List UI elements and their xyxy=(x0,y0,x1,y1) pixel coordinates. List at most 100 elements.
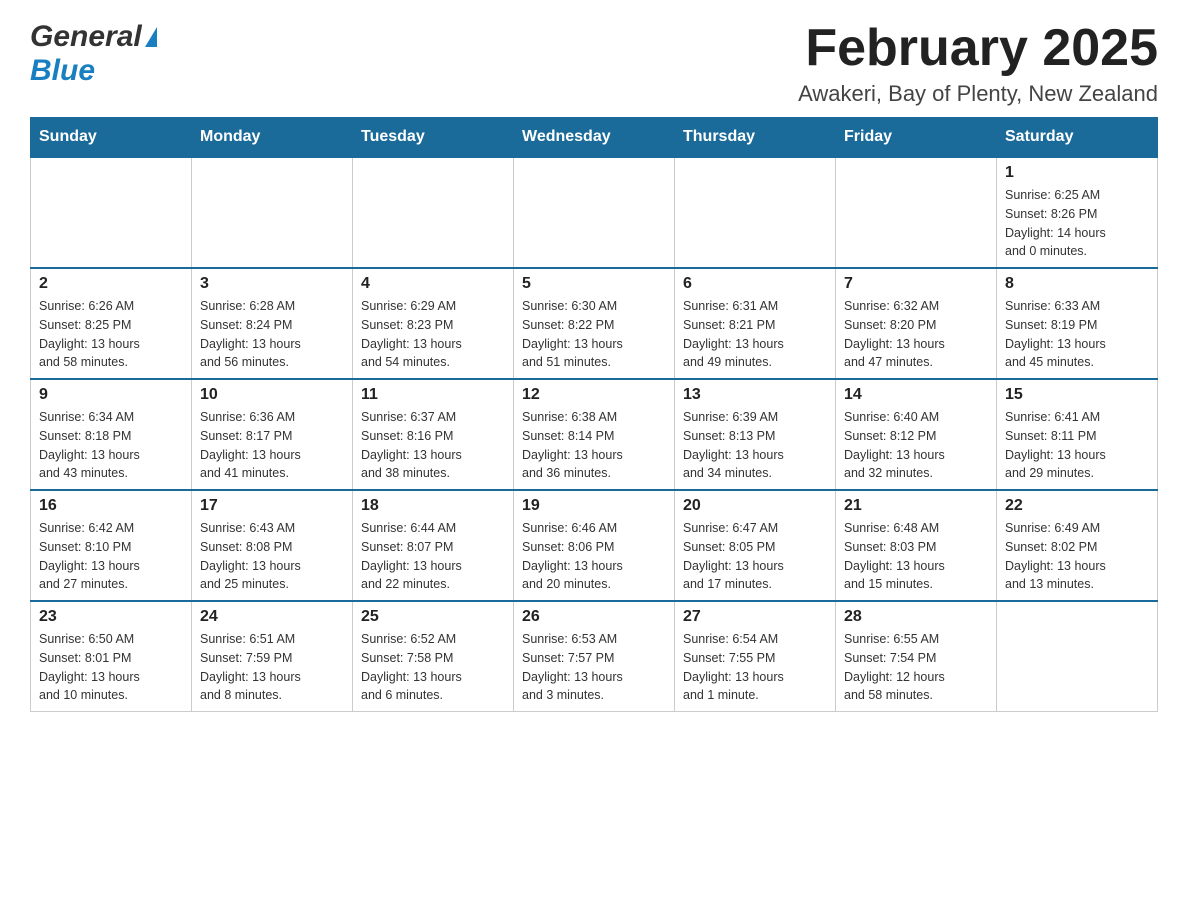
calendar-header-row: SundayMondayTuesdayWednesdayThursdayFrid… xyxy=(31,118,1158,158)
calendar-cell: 28 Sunrise: 6:55 AMSunset: 7:54 PMDayligh… xyxy=(836,601,997,712)
day-number: 20 xyxy=(683,497,827,515)
day-number: 8 xyxy=(1005,275,1149,293)
day-info: Sunrise: 6:40 AMSunset: 8:12 PMDaylight:… xyxy=(844,408,988,483)
day-info: Sunrise: 6:32 AMSunset: 8:20 PMDaylight:… xyxy=(844,297,988,372)
day-number: 24 xyxy=(200,608,344,626)
day-info: Sunrise: 6:29 AMSunset: 8:23 PMDaylight:… xyxy=(361,297,505,372)
day-number: 28 xyxy=(844,608,988,626)
day-number: 17 xyxy=(200,497,344,515)
day-info: Sunrise: 6:54 AMSunset: 7:55 PMDaylight:… xyxy=(683,630,827,705)
calendar-day-header: Friday xyxy=(836,118,997,158)
day-info: Sunrise: 6:48 AMSunset: 8:03 PMDaylight:… xyxy=(844,519,988,594)
day-info: Sunrise: 6:34 AMSunset: 8:18 PMDaylight:… xyxy=(39,408,183,483)
calendar-day-header: Monday xyxy=(192,118,353,158)
logo-general-text: General xyxy=(30,20,142,54)
day-info: Sunrise: 6:39 AMSunset: 8:13 PMDaylight:… xyxy=(683,408,827,483)
day-info: Sunrise: 6:37 AMSunset: 8:16 PMDaylight:… xyxy=(361,408,505,483)
day-info: Sunrise: 6:30 AMSunset: 8:22 PMDaylight:… xyxy=(522,297,666,372)
day-number: 21 xyxy=(844,497,988,515)
day-info: Sunrise: 6:25 AMSunset: 8:26 PMDaylight:… xyxy=(1005,186,1149,261)
day-info: Sunrise: 6:43 AMSunset: 8:08 PMDaylight:… xyxy=(200,519,344,594)
day-number: 7 xyxy=(844,275,988,293)
day-info: Sunrise: 6:55 AMSunset: 7:54 PMDaylight:… xyxy=(844,630,988,705)
calendar-cell: 12 Sunrise: 6:38 AMSunset: 8:14 PMDayligh… xyxy=(514,379,675,490)
day-number: 1 xyxy=(1005,164,1149,182)
calendar-cell xyxy=(675,157,836,268)
calendar-cell: 10 Sunrise: 6:36 AMSunset: 8:17 PMDayligh… xyxy=(192,379,353,490)
calendar-cell: 23 Sunrise: 6:50 AMSunset: 8:01 PMDayligh… xyxy=(31,601,192,712)
day-info: Sunrise: 6:44 AMSunset: 8:07 PMDaylight:… xyxy=(361,519,505,594)
day-info: Sunrise: 6:26 AMSunset: 8:25 PMDaylight:… xyxy=(39,297,183,372)
calendar-day-header: Thursday xyxy=(675,118,836,158)
calendar-cell: 16 Sunrise: 6:42 AMSunset: 8:10 PMDayligh… xyxy=(31,490,192,601)
logo-blue-text: Blue xyxy=(30,54,95,87)
day-info: Sunrise: 6:47 AMSunset: 8:05 PMDaylight:… xyxy=(683,519,827,594)
calendar-cell xyxy=(514,157,675,268)
calendar-week-row: 9 Sunrise: 6:34 AMSunset: 8:18 PMDaylight… xyxy=(31,379,1158,490)
calendar-day-header: Tuesday xyxy=(353,118,514,158)
day-info: Sunrise: 6:49 AMSunset: 8:02 PMDaylight:… xyxy=(1005,519,1149,594)
calendar-cell: 7 Sunrise: 6:32 AMSunset: 8:20 PMDaylight… xyxy=(836,268,997,379)
logo-arrow-icon xyxy=(145,27,157,47)
day-number: 27 xyxy=(683,608,827,626)
day-info: Sunrise: 6:50 AMSunset: 8:01 PMDaylight:… xyxy=(39,630,183,705)
day-number: 25 xyxy=(361,608,505,626)
calendar-cell: 17 Sunrise: 6:43 AMSunset: 8:08 PMDayligh… xyxy=(192,490,353,601)
title-section: February 2025 Awakeri, Bay of Plenty, Ne… xyxy=(798,20,1158,107)
calendar-cell xyxy=(353,157,514,268)
calendar-cell xyxy=(997,601,1158,712)
day-info: Sunrise: 6:51 AMSunset: 7:59 PMDaylight:… xyxy=(200,630,344,705)
calendar-day-header: Wednesday xyxy=(514,118,675,158)
day-info: Sunrise: 6:53 AMSunset: 7:57 PMDaylight:… xyxy=(522,630,666,705)
calendar-cell: 24 Sunrise: 6:51 AMSunset: 7:59 PMDayligh… xyxy=(192,601,353,712)
day-info: Sunrise: 6:33 AMSunset: 8:19 PMDaylight:… xyxy=(1005,297,1149,372)
day-info: Sunrise: 6:31 AMSunset: 8:21 PMDaylight:… xyxy=(683,297,827,372)
calendar-cell xyxy=(31,157,192,268)
day-info: Sunrise: 6:41 AMSunset: 8:11 PMDaylight:… xyxy=(1005,408,1149,483)
calendar-cell: 27 Sunrise: 6:54 AMSunset: 7:55 PMDayligh… xyxy=(675,601,836,712)
day-number: 16 xyxy=(39,497,183,515)
day-number: 10 xyxy=(200,386,344,404)
day-number: 3 xyxy=(200,275,344,293)
calendar-week-row: 16 Sunrise: 6:42 AMSunset: 8:10 PMDayligh… xyxy=(31,490,1158,601)
day-info: Sunrise: 6:46 AMSunset: 8:06 PMDaylight:… xyxy=(522,519,666,594)
calendar-cell: 11 Sunrise: 6:37 AMSunset: 8:16 PMDayligh… xyxy=(353,379,514,490)
day-info: Sunrise: 6:28 AMSunset: 8:24 PMDaylight:… xyxy=(200,297,344,372)
page-header: General Blue February 2025 Awakeri, Bay … xyxy=(30,20,1158,107)
calendar-cell: 22 Sunrise: 6:49 AMSunset: 8:02 PMDayligh… xyxy=(997,490,1158,601)
day-number: 13 xyxy=(683,386,827,404)
day-number: 14 xyxy=(844,386,988,404)
day-number: 19 xyxy=(522,497,666,515)
calendar-cell: 4Sunrise: 6:29 AMSunset: 8:23 PMDaylight… xyxy=(353,268,514,379)
calendar-cell xyxy=(192,157,353,268)
calendar-cell: 6 Sunrise: 6:31 AMSunset: 8:21 PMDaylight… xyxy=(675,268,836,379)
day-info: Sunrise: 6:38 AMSunset: 8:14 PMDaylight:… xyxy=(522,408,666,483)
calendar-cell: 13 Sunrise: 6:39 AMSunset: 8:13 PMDayligh… xyxy=(675,379,836,490)
calendar-day-header: Saturday xyxy=(997,118,1158,158)
day-number: 22 xyxy=(1005,497,1149,515)
day-number: 11 xyxy=(361,386,505,404)
calendar-cell: 21 Sunrise: 6:48 AMSunset: 8:03 PMDayligh… xyxy=(836,490,997,601)
day-number: 12 xyxy=(522,386,666,404)
calendar-week-row: 1 Sunrise: 6:25 AMSunset: 8:26 PMDaylight… xyxy=(31,157,1158,268)
day-number: 15 xyxy=(1005,386,1149,404)
day-info: Sunrise: 6:42 AMSunset: 8:10 PMDaylight:… xyxy=(39,519,183,594)
day-info: Sunrise: 6:52 AMSunset: 7:58 PMDaylight:… xyxy=(361,630,505,705)
day-number: 5 xyxy=(522,275,666,293)
calendar-cell: 14 Sunrise: 6:40 AMSunset: 8:12 PMDayligh… xyxy=(836,379,997,490)
calendar-cell: 15 Sunrise: 6:41 AMSunset: 8:11 PMDayligh… xyxy=(997,379,1158,490)
calendar-cell xyxy=(836,157,997,268)
day-number: 9 xyxy=(39,386,183,404)
calendar-cell: 18Sunrise: 6:44 AMSunset: 8:07 PMDayligh… xyxy=(353,490,514,601)
calendar-week-row: 2Sunrise: 6:26 AMSunset: 8:25 PMDaylight… xyxy=(31,268,1158,379)
calendar-cell: 3 Sunrise: 6:28 AMSunset: 8:24 PMDaylight… xyxy=(192,268,353,379)
day-info: Sunrise: 6:36 AMSunset: 8:17 PMDaylight:… xyxy=(200,408,344,483)
day-number: 6 xyxy=(683,275,827,293)
calendar-cell: 2Sunrise: 6:26 AMSunset: 8:25 PMDaylight… xyxy=(31,268,192,379)
calendar-cell: 19 Sunrise: 6:46 AMSunset: 8:06 PMDayligh… xyxy=(514,490,675,601)
calendar-week-row: 23 Sunrise: 6:50 AMSunset: 8:01 PMDayligh… xyxy=(31,601,1158,712)
day-number: 23 xyxy=(39,608,183,626)
calendar-cell: 25 Sunrise: 6:52 AMSunset: 7:58 PMDayligh… xyxy=(353,601,514,712)
calendar-table: SundayMondayTuesdayWednesdayThursdayFrid… xyxy=(30,117,1158,712)
day-number: 26 xyxy=(522,608,666,626)
